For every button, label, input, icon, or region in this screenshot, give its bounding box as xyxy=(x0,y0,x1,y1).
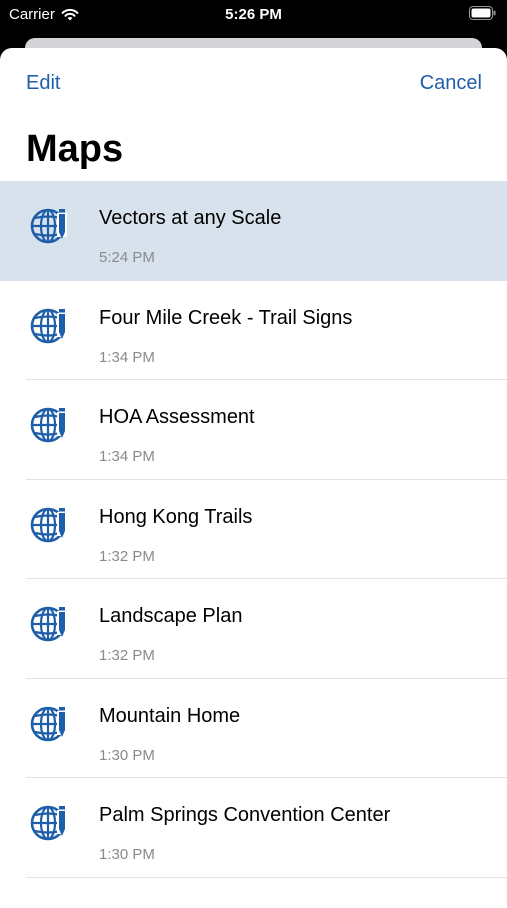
map-time: 1:34 PM xyxy=(99,448,155,465)
map-name: Landscape Plan xyxy=(99,605,243,627)
map-list-item[interactable]: HOA Assessment 1:34 PM xyxy=(0,380,507,480)
map-time: 1:32 PM xyxy=(99,547,155,565)
map-time: 1:30 PM xyxy=(99,846,155,863)
map-name: Mountain Home xyxy=(99,704,241,727)
cancel-button[interactable]: Cancel xyxy=(420,72,482,95)
map-name: HOA Assessment xyxy=(99,406,255,428)
map-time: 5:24 PM xyxy=(99,249,155,266)
status-time: 5:26 PM xyxy=(225,6,282,23)
map-time: 1:30 PM xyxy=(99,746,155,764)
globe-with-pencil-icon xyxy=(30,207,69,244)
globe-with-pencil-icon xyxy=(30,804,69,841)
map-list-item[interactable]: Hong Kong Trails 1:32 PM xyxy=(0,480,507,579)
maps-list: Vectors at any Scale 5:24 PM Four Mile C… xyxy=(0,181,507,878)
maps-sheet: Edit Cancel Maps Vectors at any Scale 5:… xyxy=(0,48,507,908)
globe-with-pencil-icon xyxy=(30,705,69,741)
map-name: Hong Kong Trails xyxy=(99,505,253,528)
map-list-item[interactable]: Landscape Plan 1:32 PM xyxy=(0,579,507,679)
edit-button[interactable]: Edit xyxy=(26,72,60,95)
globe-with-pencil-icon xyxy=(30,605,69,642)
map-list-item[interactable]: Four Mile Creek - Trail Signs 1:34 PM xyxy=(0,281,507,380)
page-title: Maps xyxy=(26,128,124,170)
map-time: 1:32 PM xyxy=(99,647,155,664)
globe-with-pencil-icon xyxy=(30,406,69,443)
row-divider xyxy=(26,876,507,878)
map-name: Four Mile Creek - Trail Signs xyxy=(99,306,353,329)
map-name: Palm Springs Convention Center xyxy=(99,804,391,826)
status-bar: Carrier 5:26 PM xyxy=(0,0,507,32)
battery-icon xyxy=(469,6,496,20)
map-name: Vectors at any Scale xyxy=(99,207,282,229)
globe-with-pencil-icon xyxy=(30,506,69,542)
globe-with-pencil-icon xyxy=(30,307,69,343)
map-list-item[interactable]: Vectors at any Scale 5:24 PM xyxy=(0,181,507,281)
map-time: 1:34 PM xyxy=(99,348,155,366)
map-list-item[interactable]: Mountain Home 1:30 PM xyxy=(0,679,507,778)
map-list-item[interactable]: Palm Springs Convention Center 1:30 PM xyxy=(0,778,507,878)
